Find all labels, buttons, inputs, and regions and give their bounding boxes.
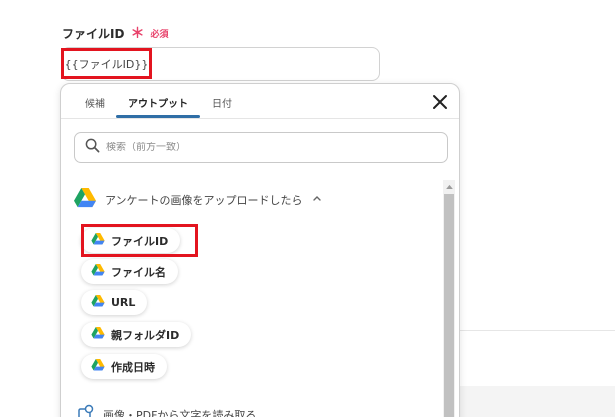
file-id-token[interactable]: {{ファイルID}} <box>61 48 152 79</box>
output-item-created-at[interactable]: 作成日時 <box>81 354 167 379</box>
search-box[interactable] <box>74 132 448 163</box>
section-header-ocr[interactable]: 画像・PDFから文字を読み取る <box>77 404 256 417</box>
close-icon[interactable] <box>431 93 449 111</box>
field-label-text: ファイルID <box>62 27 125 41</box>
background-band <box>460 330 615 331</box>
chevron-up-icon[interactable] <box>312 193 322 206</box>
section-title: アンケートの画像をアップロードしたら <box>105 193 303 207</box>
output-item-url[interactable]: URL <box>81 290 148 315</box>
document-scan-icon <box>77 404 95 417</box>
output-item-label: ファイル名 <box>111 265 166 279</box>
search-icon <box>85 138 100 157</box>
output-picker-panel: 候補 アウトプット 日付 アンケートの画像をアップロードしたら ファイルI <box>60 83 460 417</box>
section2-title: 画像・PDFから文字を読み取る <box>103 408 257 417</box>
google-drive-icon <box>91 295 105 310</box>
tabs-divider <box>61 118 459 119</box>
required-text: 必須 <box>150 30 169 40</box>
highlight-box <box>81 224 198 257</box>
output-item-file-name[interactable]: ファイル名 <box>81 259 178 284</box>
tab-bar: 候補 アウトプット 日付 <box>61 84 459 118</box>
background-panel-edge <box>460 386 615 417</box>
field-label: ファイルID ＊ 必須 <box>62 25 168 42</box>
output-item-label: 作成日時 <box>111 360 155 374</box>
tab-date[interactable]: 日付 <box>212 95 232 110</box>
tab-output[interactable]: アウトプット <box>128 95 188 110</box>
google-drive-icon <box>91 359 105 374</box>
google-drive-icon <box>74 188 96 211</box>
scroll-up-arrow-icon[interactable] <box>443 180 455 192</box>
tab-candidates[interactable]: 候補 <box>85 95 105 110</box>
output-item-label: 親フォルダID <box>111 328 180 342</box>
required-mark: ＊ <box>130 25 145 42</box>
scrollbar-thumb[interactable] <box>444 194 454 417</box>
output-item-parent-folder-id[interactable]: 親フォルダID <box>81 322 192 347</box>
section-header-drive-trigger[interactable]: アンケートの画像をアップロードしたら <box>74 188 322 211</box>
google-drive-icon <box>91 264 105 279</box>
google-drive-icon <box>91 327 105 342</box>
output-item-label: URL <box>111 296 136 309</box>
search-input[interactable] <box>106 142 406 153</box>
